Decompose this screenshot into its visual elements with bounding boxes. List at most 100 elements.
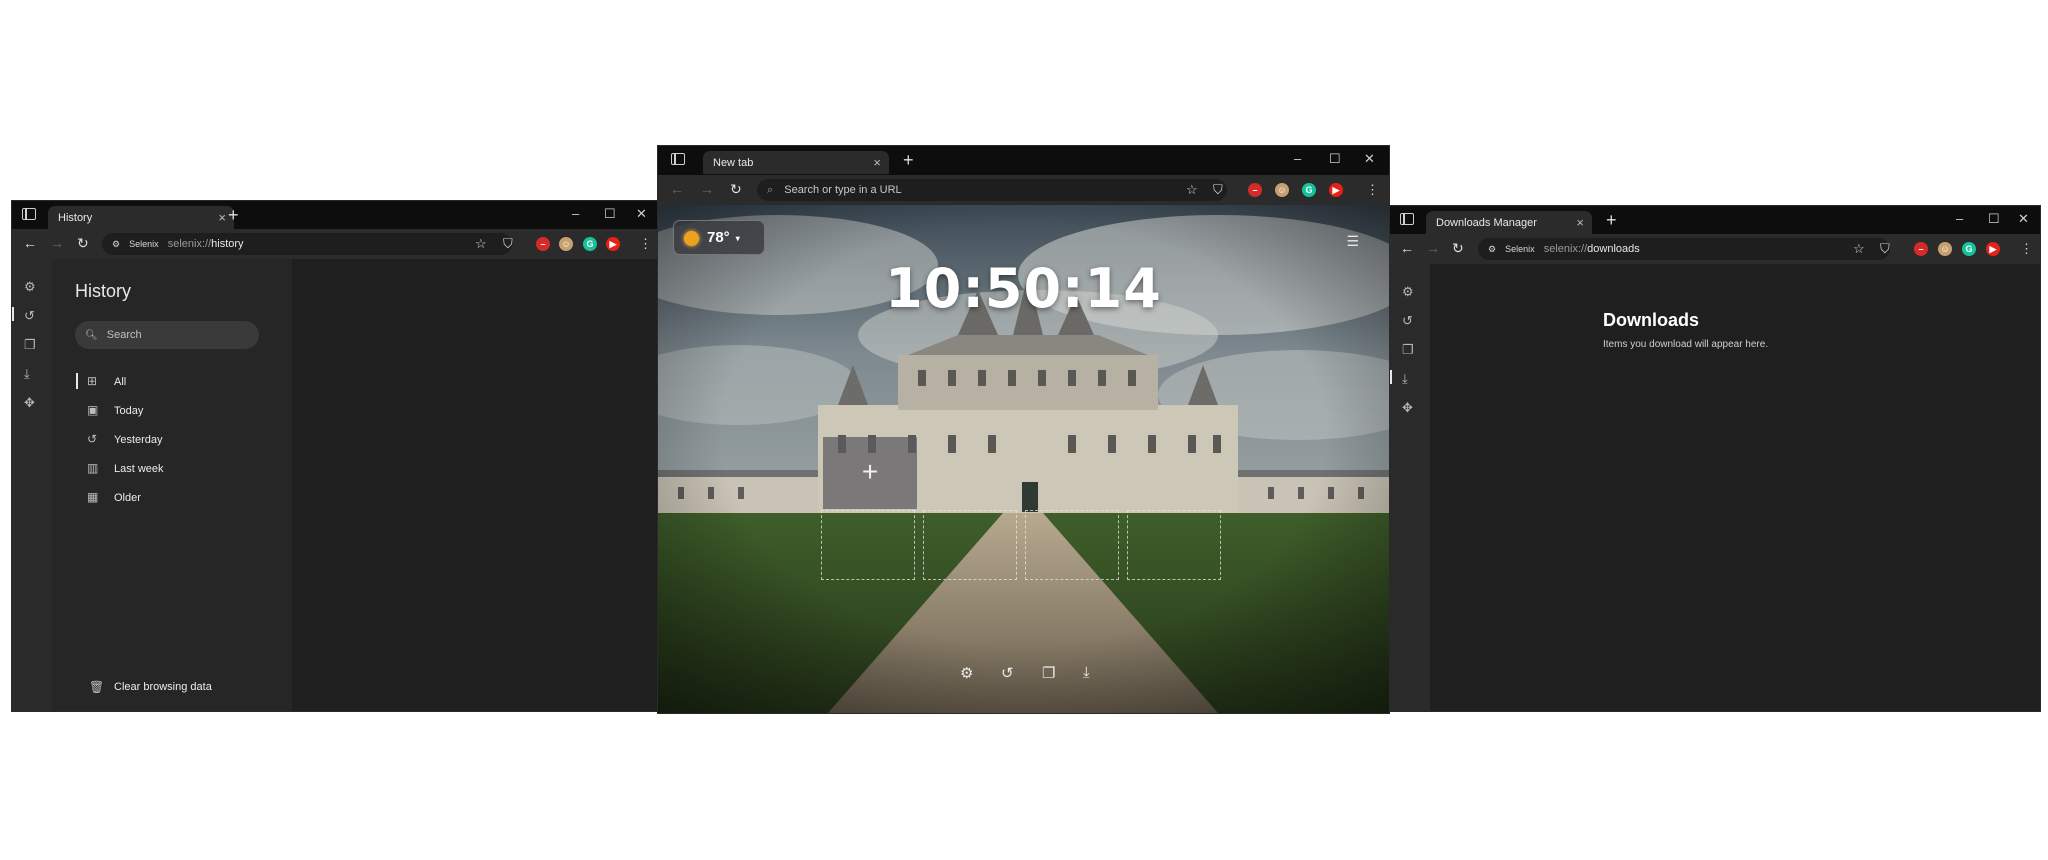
empty-state-message: Items you download will appear here. <box>1603 339 1769 350</box>
tab-history[interactable]: History × <box>48 206 234 229</box>
reload-button[interactable]: ↻ <box>77 235 89 252</box>
close-tab-icon[interactable]: × <box>1576 215 1584 230</box>
grammarly-icon[interactable]: G <box>1962 242 1976 256</box>
side-rail: ⚙ ↺ ❐ ⤓ ✥ <box>1390 264 1430 711</box>
maximize-button[interactable]: ☐ <box>604 206 616 222</box>
extensions-icon[interactable]: ✥ <box>24 395 35 411</box>
download-icon[interactable]: ⤓ <box>24 366 30 382</box>
weather-widget[interactable]: 78° ▾ <box>673 220 765 255</box>
tab-title: History <box>58 212 93 224</box>
youtube-icon[interactable]: ▶ <box>606 237 620 251</box>
avatar-extension-icon[interactable]: ☺ <box>559 237 573 251</box>
grid-icon: ⊞ <box>87 374 98 388</box>
bookmark-star-icon[interactable]: ☆ <box>1853 241 1865 257</box>
new-tab-button[interactable]: + <box>228 205 239 226</box>
close-window-button[interactable]: ✕ <box>2018 211 2029 227</box>
forward-button[interactable]: → <box>50 235 64 251</box>
back-button[interactable]: ← <box>23 235 37 251</box>
close-tab-icon[interactable]: × <box>873 155 881 170</box>
search-input[interactable]: 🔍︎ Search <box>75 321 259 349</box>
youtube-icon[interactable]: ▶ <box>1986 242 2000 256</box>
menu-icon[interactable]: ⋮ <box>1366 182 1379 198</box>
history-icon[interactable]: ↺ <box>1402 313 1413 329</box>
address-bar[interactable]: ⚙ Selenix selenix://downloads <box>1478 238 1890 260</box>
tab-downloads-manager[interactable]: Downloads Manager × <box>1426 211 1592 234</box>
minimize-button[interactable]: – <box>572 206 579 221</box>
reload-button[interactable]: ↻ <box>730 181 742 198</box>
avatar-extension-icon[interactable]: ☺ <box>1275 183 1289 197</box>
shield-icon[interactable]: ⛉ <box>1213 182 1223 198</box>
add-shortcut-tile[interactable]: + <box>823 437 917 509</box>
avatar-extension-icon[interactable]: ☺ <box>1938 242 1952 256</box>
downloads-window: Downloads Manager × + – ☐ ✕ ← → ↻ ⚙ Sele… <box>1390 206 2040 711</box>
new-tab-button[interactable]: + <box>1606 210 1617 231</box>
bookmarks-icon[interactable]: ❐ <box>24 337 36 353</box>
settings-icon[interactable]: ⚙ <box>24 279 36 295</box>
block-extension-icon[interactable]: – <box>536 237 550 251</box>
calendar-icon: ▦ <box>87 490 99 504</box>
maximize-button[interactable]: ☐ <box>1329 151 1341 167</box>
site-name: Selenix <box>129 239 159 249</box>
tab-new-tab[interactable]: New tab × <box>703 151 889 174</box>
history-icon[interactable]: ↺ <box>1001 664 1014 682</box>
title-bar: New tab × + – ☐ ✕ <box>658 146 1389 175</box>
sidebar-toggle-icon[interactable] <box>22 208 36 220</box>
shield-icon[interactable]: ⛉ <box>1880 241 1890 257</box>
bookmark-star-icon[interactable]: ☆ <box>475 236 487 252</box>
back-button[interactable]: ← <box>670 181 684 197</box>
address-bar[interactable]: ⌕ Search or type in a URL <box>757 179 1227 201</box>
toolbar: ← → ↻ ⌕ Search or type in a URL ☆ ⛉ – ☺ … <box>658 175 1389 205</box>
minimize-button[interactable]: – <box>1294 151 1301 166</box>
reload-button[interactable]: ↻ <box>1452 240 1464 257</box>
block-extension-icon[interactable]: – <box>1248 183 1262 197</box>
grammarly-icon[interactable]: G <box>1302 183 1316 197</box>
shield-icon[interactable]: ⛉ <box>503 236 513 252</box>
new-tab-button[interactable]: + <box>903 150 914 171</box>
history-panel: History 🔍︎ Search ⊞ All ▣ Today ↺ Yester… <box>52 259 292 711</box>
history-window: History × + – ☐ ✕ ← → ↻ ⚙ Selenix seleni… <box>12 201 659 711</box>
chevron-down-icon: ▾ <box>735 233 740 243</box>
download-icon[interactable]: ⤓ <box>1083 664 1090 681</box>
copy-icon[interactable]: ❐ <box>1042 664 1055 682</box>
grammarly-icon[interactable]: G <box>583 237 597 251</box>
bookmark-star-icon[interactable]: ☆ <box>1186 182 1198 198</box>
bookmarks-icon[interactable]: ❐ <box>1402 342 1414 358</box>
history-icon[interactable]: ↺ <box>24 308 35 324</box>
close-window-button[interactable]: ✕ <box>636 206 647 222</box>
gear-icon[interactable]: ⚙ <box>960 664 973 682</box>
filter-last-week[interactable]: ▥ Last week <box>75 459 275 479</box>
maximize-button[interactable]: ☐ <box>1988 211 2000 227</box>
clear-browsing-data-button[interactable]: 🗑︎ Clear browsing data <box>75 677 275 697</box>
title-bar: History × + – ☐ ✕ <box>12 201 659 229</box>
minimize-button[interactable]: – <box>1956 211 1963 226</box>
forward-button[interactable]: → <box>700 181 714 197</box>
extensions-icon[interactable]: ✥ <box>1402 400 1413 416</box>
address-bar[interactable]: ⚙ Selenix selenix://history <box>102 233 512 255</box>
sidebar-toggle-icon[interactable] <box>671 153 685 165</box>
close-tab-icon[interactable]: × <box>218 210 226 225</box>
customize-sliders-icon[interactable]: ☰ <box>1346 233 1359 250</box>
download-icon[interactable]: ⤓ <box>1402 371 1408 387</box>
block-extension-icon[interactable]: – <box>1914 242 1928 256</box>
filter-today[interactable]: ▣ Today <box>75 401 275 421</box>
forward-button[interactable]: → <box>1426 240 1440 256</box>
filter-older[interactable]: ▦ Older <box>75 488 275 508</box>
sun-icon <box>684 230 699 246</box>
menu-icon[interactable]: ⋮ <box>639 236 652 252</box>
sidebar-toggle-icon[interactable] <box>1400 213 1414 225</box>
site-info-icon[interactable]: ⚙ <box>1488 244 1496 254</box>
filter-label: Today <box>114 405 144 417</box>
settings-icon[interactable]: ⚙ <box>1402 284 1414 300</box>
menu-icon[interactable]: ⋮ <box>2020 241 2033 257</box>
close-window-button[interactable]: ✕ <box>1364 151 1375 167</box>
youtube-icon[interactable]: ▶ <box>1329 183 1343 197</box>
site-info-icon[interactable]: ⚙ <box>112 239 120 249</box>
filter-all[interactable]: ⊞ All <box>75 372 275 392</box>
shortcut-slot[interactable] <box>821 510 915 580</box>
shortcut-slot[interactable] <box>923 510 1017 580</box>
shortcut-slot[interactable] <box>1127 510 1221 580</box>
back-button[interactable]: ← <box>1400 240 1414 256</box>
toolbar: ← → ↻ ⚙ Selenix selenix://downloads ☆ ⛉ … <box>1390 234 2040 264</box>
shortcut-slot[interactable] <box>1025 510 1119 580</box>
filter-yesterday[interactable]: ↺ Yesterday <box>75 430 275 450</box>
